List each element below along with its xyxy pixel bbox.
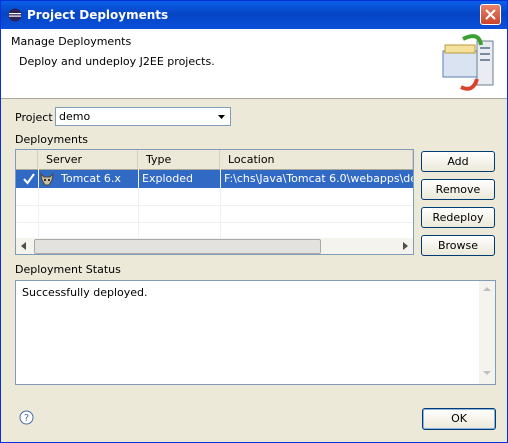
column-header-location[interactable]: Location [220,150,413,169]
deploy-banner-icon [433,31,497,95]
table-header: Server Type Location [16,150,413,170]
close-button[interactable] [480,4,501,25]
column-header-type[interactable]: Type [138,150,220,169]
tomcat-icon [39,170,57,188]
scroll-up-icon[interactable] [479,281,495,300]
banner-title: Manage Deployments [11,35,132,48]
project-label: Project [15,111,53,124]
title-bar[interactable]: Project Deployments [1,1,507,29]
add-button[interactable]: Add [421,151,495,172]
redeploy-button[interactable]: Redeploy [421,207,495,228]
ok-button[interactable]: OK [422,408,496,430]
horizontal-scrollbar[interactable] [16,238,413,254]
eclipse-icon [8,8,22,22]
project-combo-value: demo [59,110,91,123]
scroll-right-icon[interactable] [397,238,413,254]
column-header-check[interactable] [16,150,38,169]
deployment-status-box[interactable]: Successfully deployed. [15,280,496,385]
scroll-thumb[interactable] [34,239,321,254]
remove-button[interactable]: Remove [421,179,495,200]
dialog-window: Project Deployments Manage Deployments D… [0,0,508,443]
deployment-status-label: Deployment Status [15,263,121,276]
vertical-scrollbar[interactable] [479,281,495,384]
scroll-left-icon[interactable] [16,238,32,254]
help-icon[interactable]: ? [19,410,34,425]
cell-type: Exploded [142,172,193,185]
browse-button[interactable]: Browse [421,235,495,256]
deployments-table[interactable]: Server Type Location Tomcat 6.x Exploded… [15,149,414,255]
table-row[interactable]: Tomcat 6.x Exploded F:\chs\Java\Tomcat 6… [16,170,413,188]
header-banner: Manage Deployments Deploy and undeploy J… [1,29,507,99]
window-title: Project Deployments [27,8,169,22]
cell-location: F:\chs\Java\Tomcat 6.0\webapps\demo [224,172,413,185]
status-text: Successfully deployed. [22,286,148,299]
deployments-label: Deployments [15,133,89,146]
scroll-down-icon[interactable] [479,365,495,384]
column-header-server[interactable]: Server [38,150,138,169]
banner-description: Deploy and undeploy J2EE projects. [19,55,215,68]
chevron-down-icon[interactable] [214,109,229,124]
checkmark-icon [22,170,38,188]
cell-server: Tomcat 6.x [61,172,121,185]
close-icon [485,9,496,20]
svg-text:?: ? [24,413,29,424]
project-combo[interactable]: demo [55,107,231,126]
